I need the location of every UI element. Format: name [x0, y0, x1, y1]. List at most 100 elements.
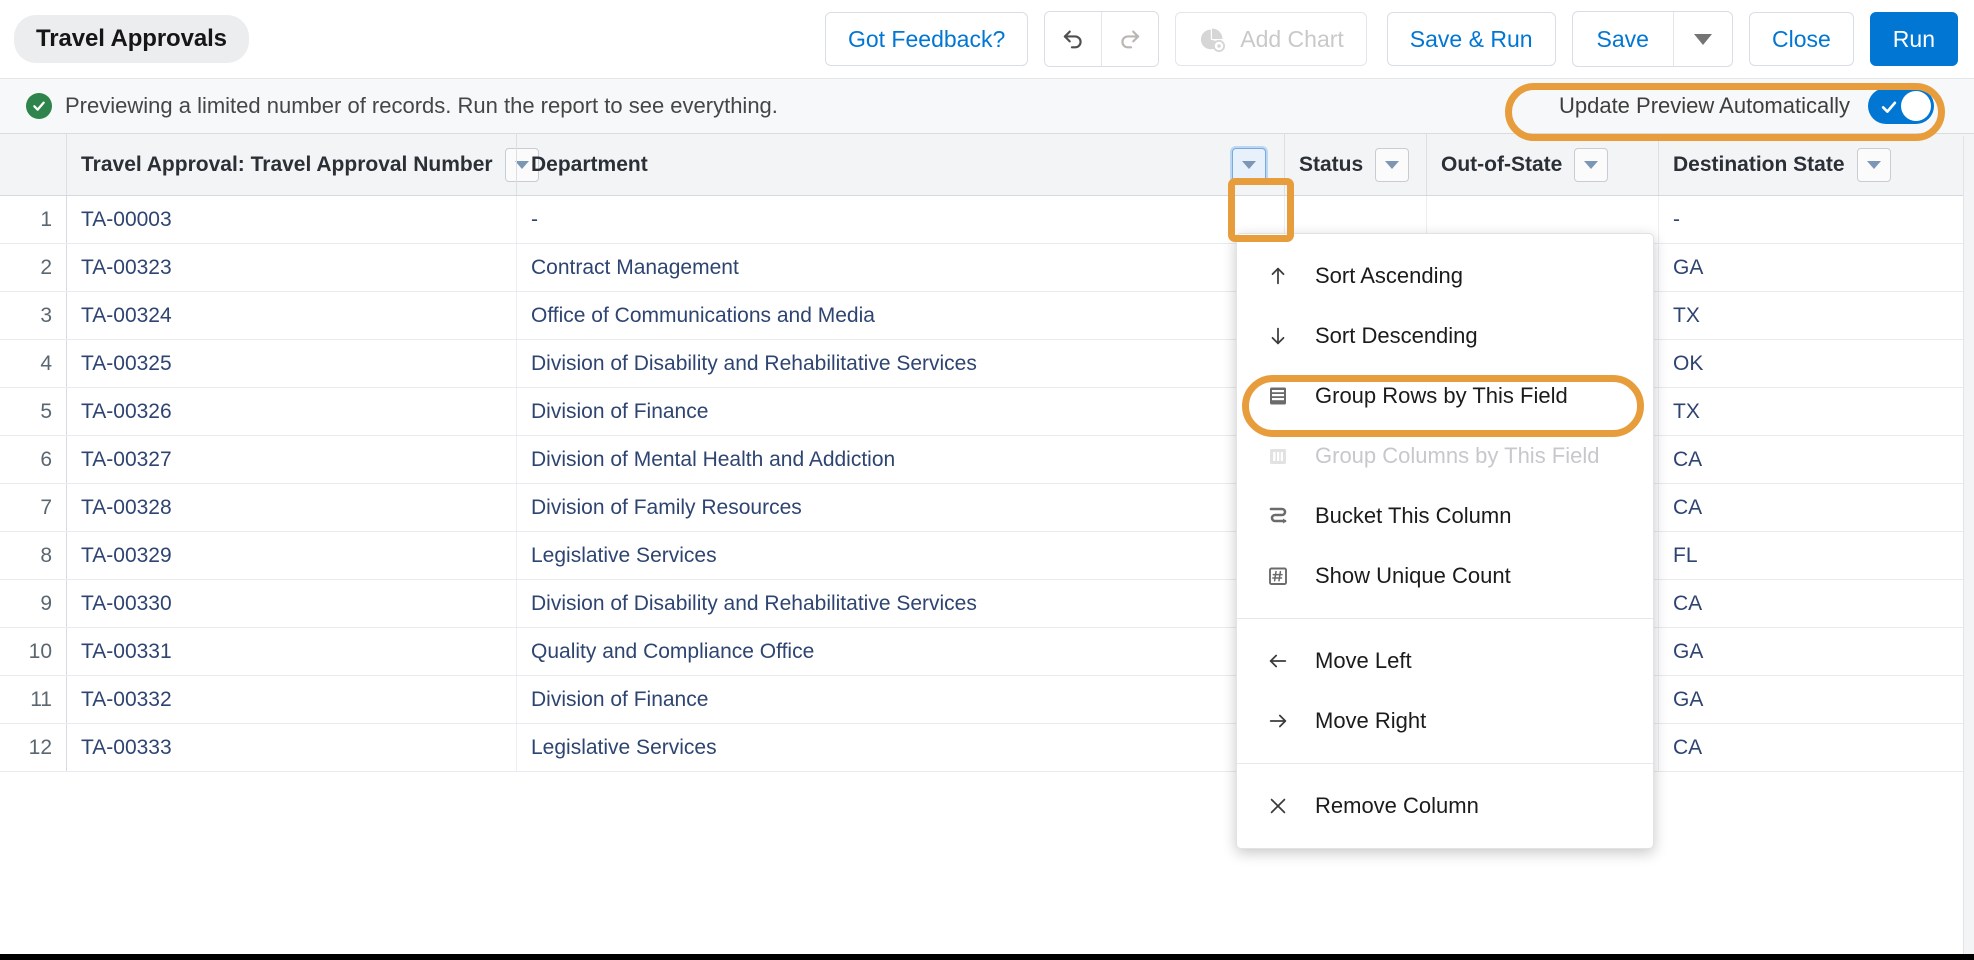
department-cell[interactable]: Legislative Services	[516, 532, 1284, 579]
department-cell[interactable]: Division of Finance	[516, 676, 1284, 723]
save-and-run-button[interactable]: Save & Run	[1387, 12, 1556, 66]
chevron-down-icon	[1584, 161, 1598, 169]
department-cell[interactable]: Division of Disability and Rehabilitativ…	[516, 340, 1284, 387]
columns-icon	[1263, 444, 1293, 468]
destination-state-cell: OK	[1658, 340, 1974, 387]
redo-icon	[1117, 24, 1143, 55]
menu-item-move-right[interactable]: Move Right	[1237, 691, 1653, 751]
header-out-of-state[interactable]: Out-of-State	[1426, 134, 1658, 195]
table-row[interactable]: 4TA-00325Division of Disability and Reha…	[0, 340, 1974, 388]
menu-item-remove-column[interactable]: Remove Column	[1237, 776, 1653, 836]
save-button[interactable]: Save	[1573, 12, 1673, 66]
menu-item-label: Sort Descending	[1315, 323, 1478, 349]
menu-divider	[1237, 763, 1653, 764]
toggle-knob	[1901, 91, 1931, 121]
travel-approval-number-cell[interactable]: TA-00326	[66, 388, 516, 435]
table-row[interactable]: 3TA-00324Office of Communications and Me…	[0, 292, 1974, 340]
table-row[interactable]: 9TA-00330Division of Disability and Reha…	[0, 580, 1974, 628]
update-preview-automatically-label: Update Preview Automatically	[1559, 93, 1850, 119]
preview-status-bar: Previewing a limited number of records. …	[0, 78, 1974, 134]
check-icon	[1879, 97, 1899, 122]
travel-approval-number-cell[interactable]: TA-00324	[66, 292, 516, 339]
table-row[interactable]: 2TA-00323Contract ManagementGA	[0, 244, 1974, 292]
column-menu-button-out-of-state[interactable]	[1574, 148, 1608, 182]
got-feedback-button[interactable]: Got Feedback?	[825, 12, 1028, 66]
header-label: Department	[531, 153, 648, 177]
close-x-icon	[1263, 795, 1293, 817]
header-row-number	[0, 134, 66, 195]
table-row[interactable]: 6TA-00327Division of Mental Health and A…	[0, 436, 1974, 484]
undo-button[interactable]	[1045, 12, 1101, 66]
header-destination-state[interactable]: Destination State	[1658, 134, 1974, 195]
department-cell[interactable]: Office of Communications and Media	[516, 292, 1284, 339]
table-row[interactable]: 1TA-00003--	[0, 196, 1974, 244]
header-label: Status	[1299, 153, 1363, 177]
travel-approval-number-cell[interactable]: TA-00325	[66, 340, 516, 387]
travel-approval-number-cell[interactable]: TA-00323	[66, 244, 516, 291]
menu-divider	[1237, 618, 1653, 619]
column-menu-button-department[interactable]	[1232, 148, 1266, 182]
destination-state-cell: CA	[1658, 436, 1974, 483]
travel-approval-number-cell[interactable]: TA-00329	[66, 532, 516, 579]
destination-state-cell: CA	[1658, 724, 1974, 771]
department-cell[interactable]: Quality and Compliance Office	[516, 628, 1284, 675]
row-number-cell: 2	[0, 244, 66, 291]
save-options-button[interactable]	[1673, 12, 1732, 66]
menu-item-group-rows-by-this-field[interactable]: Group Rows by This Field	[1237, 366, 1653, 426]
menu-item-sort-ascending[interactable]: Sort Ascending	[1237, 246, 1653, 306]
header-label: Out-of-State	[1441, 153, 1562, 177]
department-cell[interactable]: Division of Mental Health and Addiction	[516, 436, 1284, 483]
department-cell[interactable]: Division of Family Resources	[516, 484, 1284, 531]
row-number-cell: 4	[0, 340, 66, 387]
row-number-cell: 6	[0, 436, 66, 483]
column-menu-button-destination-state[interactable]	[1857, 148, 1891, 182]
travel-approval-number-cell[interactable]: TA-00327	[66, 436, 516, 483]
row-number-cell: 9	[0, 580, 66, 627]
travel-approval-number-cell[interactable]: TA-00003	[66, 196, 516, 243]
table-row[interactable]: 7TA-00328Division of Family ResourcesCA	[0, 484, 1974, 532]
department-cell[interactable]: -	[516, 196, 1284, 243]
department-cell[interactable]: Division of Disability and Rehabilitativ…	[516, 580, 1284, 627]
destination-state-cell: TX	[1658, 388, 1974, 435]
travel-approval-number-cell[interactable]: TA-00330	[66, 580, 516, 627]
menu-item-show-unique-count[interactable]: Show Unique Count	[1237, 546, 1653, 606]
table-row[interactable]: 10TA-00331Quality and Compliance OfficeG…	[0, 628, 1974, 676]
row-number-cell: 10	[0, 628, 66, 675]
menu-item-label: Group Rows by This Field	[1315, 383, 1568, 409]
header-department[interactable]: Department	[516, 134, 1284, 195]
row-number-cell: 8	[0, 532, 66, 579]
department-cell[interactable]: Contract Management	[516, 244, 1284, 291]
travel-approval-number-cell[interactable]: TA-00332	[66, 676, 516, 723]
travel-approval-number-cell[interactable]: TA-00331	[66, 628, 516, 675]
destination-state-cell: GA	[1658, 676, 1974, 723]
menu-item-move-left[interactable]: Move Left	[1237, 631, 1653, 691]
menu-item-sort-descending[interactable]: Sort Descending	[1237, 306, 1653, 366]
header-status[interactable]: Status	[1284, 134, 1426, 195]
success-check-icon	[26, 93, 52, 119]
column-menu-button-status[interactable]	[1375, 148, 1409, 182]
redo-button[interactable]	[1101, 12, 1158, 66]
header-travel-approval-number[interactable]: Travel Approval: Travel Approval Number	[66, 134, 516, 195]
table-row[interactable]: 12TA-00333Legislative ServicesApprovedCA	[0, 724, 1974, 772]
preview-message: Previewing a limited number of records. …	[65, 93, 778, 119]
menu-item-bucket-this-column[interactable]: Bucket This Column	[1237, 486, 1653, 546]
chevron-down-icon	[1867, 161, 1881, 169]
close-button[interactable]: Close	[1749, 12, 1854, 66]
department-cell[interactable]: Division of Finance	[516, 388, 1284, 435]
arrow-right-icon	[1263, 710, 1293, 732]
report-toolbar: Travel Approvals Got Feedback?	[0, 0, 1974, 78]
table-row[interactable]: 11TA-00332Division of FinanceGA	[0, 676, 1974, 724]
travel-approval-number-cell[interactable]: TA-00328	[66, 484, 516, 531]
travel-approval-number-cell[interactable]: TA-00333	[66, 724, 516, 771]
hash-number-icon	[1263, 564, 1293, 588]
update-preview-automatically-toggle[interactable]	[1868, 88, 1934, 124]
table-row[interactable]: 8TA-00329Legislative ServicesFL	[0, 532, 1974, 580]
add-chart-button[interactable]: Add Chart	[1175, 12, 1367, 66]
menu-item-label: Sort Ascending	[1315, 263, 1463, 289]
grid-body: 1TA-00003--2TA-00323Contract ManagementG…	[0, 196, 1974, 772]
grid-scroll-rail[interactable]	[1963, 136, 1974, 954]
department-cell[interactable]: Legislative Services	[516, 724, 1284, 771]
table-row[interactable]: 5TA-00326Division of FinanceTX	[0, 388, 1974, 436]
bucket-icon	[1263, 504, 1293, 528]
run-button[interactable]: Run	[1870, 12, 1958, 66]
